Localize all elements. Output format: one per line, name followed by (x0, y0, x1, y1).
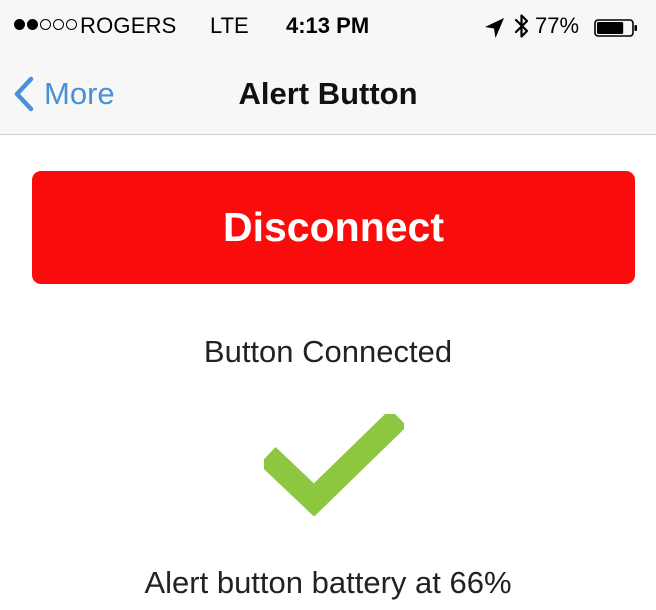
battery-status-text: Alert button battery at 66% (144, 565, 512, 600)
location-arrow-icon (485, 18, 504, 38)
disconnect-button[interactable]: Disconnect (32, 171, 635, 284)
signal-dot (40, 19, 51, 30)
navigation-bar: More Alert Button (0, 56, 656, 135)
signal-dot (53, 19, 64, 30)
status-time: 4:13 PM (286, 13, 370, 38)
page-title: Alert Button (238, 76, 418, 111)
screen: ROGERS LTE 4:13 PM 77% More Alert Button… (0, 0, 656, 610)
carrier-name: ROGERS (80, 13, 177, 38)
bluetooth-icon (514, 14, 529, 38)
signal-dot (66, 19, 77, 30)
battery-icon (594, 19, 637, 37)
network-type: LTE (210, 13, 249, 38)
battery-fill (597, 22, 624, 34)
battery-percent: 77% (535, 13, 580, 38)
status-bar: ROGERS LTE 4:13 PM 77% (0, 0, 656, 56)
signal-dot (14, 19, 25, 30)
connection-status-text: Button Connected (203, 334, 453, 369)
signal-dot (27, 19, 38, 30)
checkmark-icon (264, 414, 404, 516)
signal-strength-icon (14, 19, 77, 30)
